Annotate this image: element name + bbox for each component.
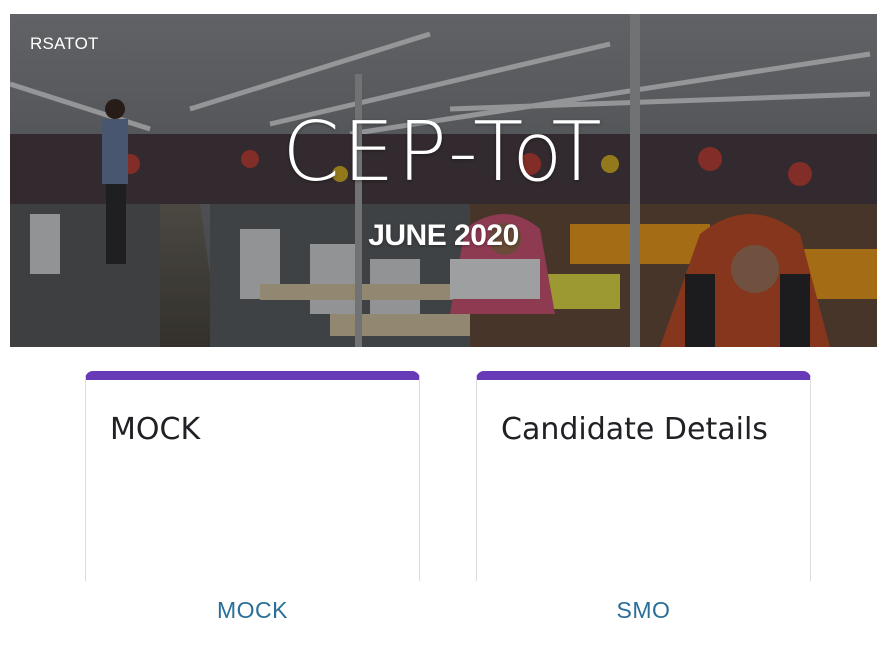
smo-link[interactable]: SMO [476,597,811,624]
site-name: RSATOT [30,34,99,53]
candidate-details-card[interactable]: Candidate Details [476,371,811,581]
mock-link[interactable]: MOCK [85,597,420,624]
hero-banner: RSATOT CEP-ToT JUNE 2020 [10,14,877,347]
page-subtitle: JUNE 2020 [368,219,519,252]
page-title: CEP-ToT [282,105,605,200]
page: RSATOT CEP-ToT JUNE 2020 MOCK MOCK Candi… [0,0,877,650]
mock-card[interactable]: MOCK [85,371,420,581]
card-title-candidate-details: Candidate Details [501,412,768,447]
card-title-mock: MOCK [110,412,201,447]
